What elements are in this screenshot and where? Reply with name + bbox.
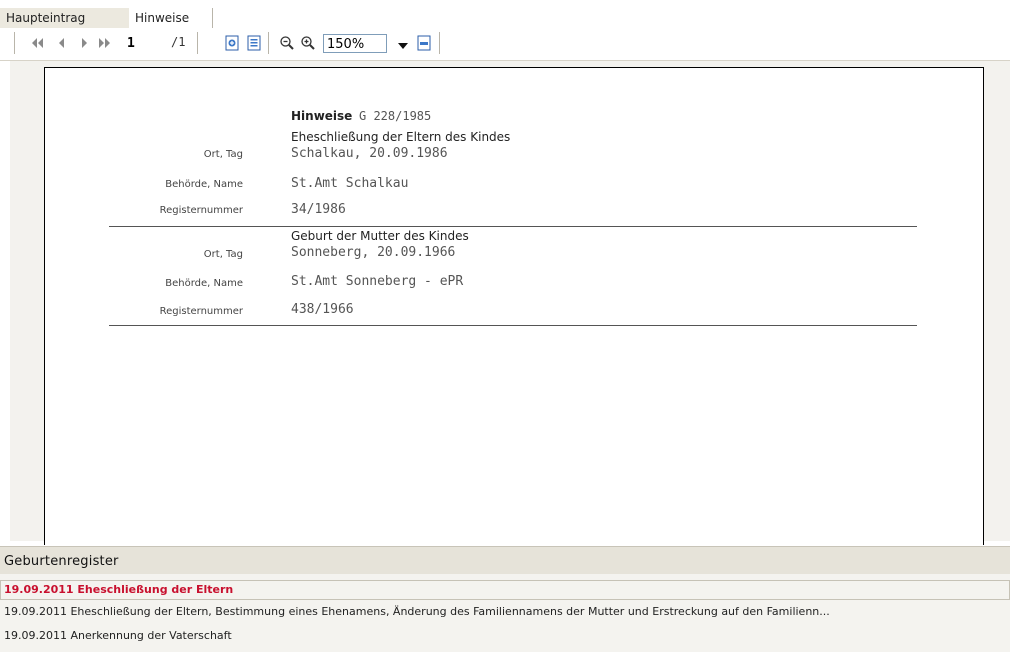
last-page-icon[interactable] [98, 36, 112, 50]
document-heading: Hinweise [291, 109, 353, 123]
field-value: 34/1986 [291, 202, 346, 217]
tab-hinweise[interactable]: Hinweise [129, 8, 213, 28]
field-value: St.Amt Schalkau [291, 176, 409, 191]
page-total: /1 [171, 35, 186, 49]
field-value: 438/1966 [291, 302, 354, 317]
tab-haupteintrag[interactable]: Haupteintrag [0, 8, 129, 28]
report-page: Hinweise G 228/1985 Eheschließung der El… [44, 67, 984, 545]
field-label: Behörde, Name [165, 179, 243, 190]
section-divider [109, 226, 917, 227]
report-toolbar: /1 150% [0, 29, 1010, 61]
export-icon[interactable] [224, 35, 240, 51]
toolbar-separator [197, 32, 198, 54]
toolbar-separator [439, 32, 440, 54]
field-label: Ort, Tag [203, 249, 243, 260]
toolbar-separator [268, 32, 269, 54]
previous-page-icon[interactable] [55, 36, 69, 50]
field-value: St.Amt Sonneberg - ePR [291, 274, 464, 289]
document-reference: G 228/1985 [359, 109, 432, 123]
list-item[interactable]: 19.09.2011 Eheschließung der Eltern, Bes… [4, 605, 1004, 618]
zoom-level-field[interactable]: 150% [323, 34, 387, 53]
section-title: Geburt der Mutter des Kindes [291, 229, 469, 243]
toolbar-separator [14, 32, 15, 54]
zoom-dropdown-icon[interactable] [397, 39, 409, 49]
field-value: Sonneberg, 20.09.1966 [291, 245, 456, 260]
field-label: Behörde, Name [165, 278, 243, 289]
first-page-icon[interactable] [30, 36, 44, 50]
page-number-input[interactable] [125, 34, 169, 52]
panel-title: Geburtenregister [4, 554, 119, 569]
field-label: Registernummer [159, 306, 243, 317]
zoom-in-icon[interactable] [300, 35, 316, 51]
zoom-out-icon[interactable] [279, 35, 295, 51]
field-label: Ort, Tag [203, 149, 243, 160]
section-divider [109, 325, 917, 326]
list-item[interactable]: 19.09.2011 Anerkennung der Vaterschaft [4, 629, 1004, 642]
field-value: Schalkau, 20.09.1986 [291, 146, 448, 161]
page-width-icon[interactable] [416, 35, 432, 51]
tab-bar: Haupteintrag Hinweise [0, 0, 1010, 32]
section-title: Eheschließung der Eltern des Kindes [291, 130, 511, 144]
print-preview-icon[interactable] [246, 35, 262, 51]
register-panel-header: Geburtenregister [0, 546, 1010, 574]
field-label: Registernummer [159, 205, 243, 216]
next-page-icon[interactable] [77, 36, 91, 50]
list-item[interactable]: 19.09.2011 Eheschließung der Eltern [4, 583, 1004, 596]
